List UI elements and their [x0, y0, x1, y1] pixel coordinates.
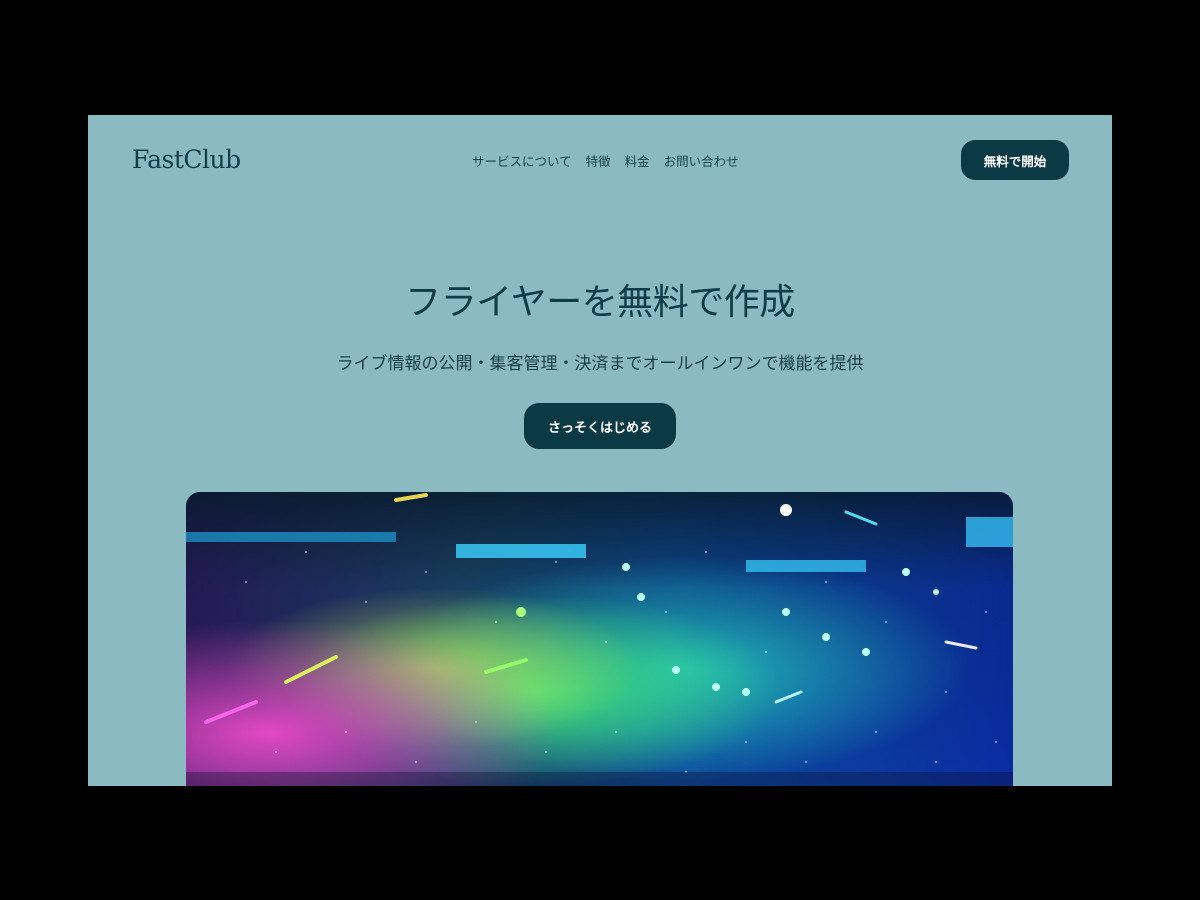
landing-page: FastClub サービスについて 特徴 料金 お問い合わせ 無料で開始 フライ…: [88, 115, 1112, 786]
hero-subtitle: ライブ情報の公開・集客管理・決済までオールインワンで機能を提供: [336, 354, 864, 374]
brand-logo[interactable]: FastClub: [132, 145, 241, 174]
hero-title: フライヤーを無料で作成: [405, 282, 795, 323]
main-nav: サービスについて 特徴 料金 お問い合わせ: [472, 151, 739, 170]
start-free-button[interactable]: 無料で開始: [961, 140, 1069, 180]
site-header: FastClub サービスについて 特徴 料金 お問い合わせ 無料で開始: [88, 115, 1112, 205]
nav-item-about[interactable]: サービスについて: [472, 151, 572, 170]
nav-item-contact[interactable]: お問い合わせ: [664, 151, 739, 170]
get-started-button[interactable]: さっそくはじめる: [524, 403, 676, 449]
concert-lights-photo: [186, 492, 1013, 786]
concert-lights-image: [186, 492, 1013, 786]
nav-item-features[interactable]: 特徴: [586, 151, 611, 170]
nav-item-pricing[interactable]: 料金: [625, 151, 650, 170]
